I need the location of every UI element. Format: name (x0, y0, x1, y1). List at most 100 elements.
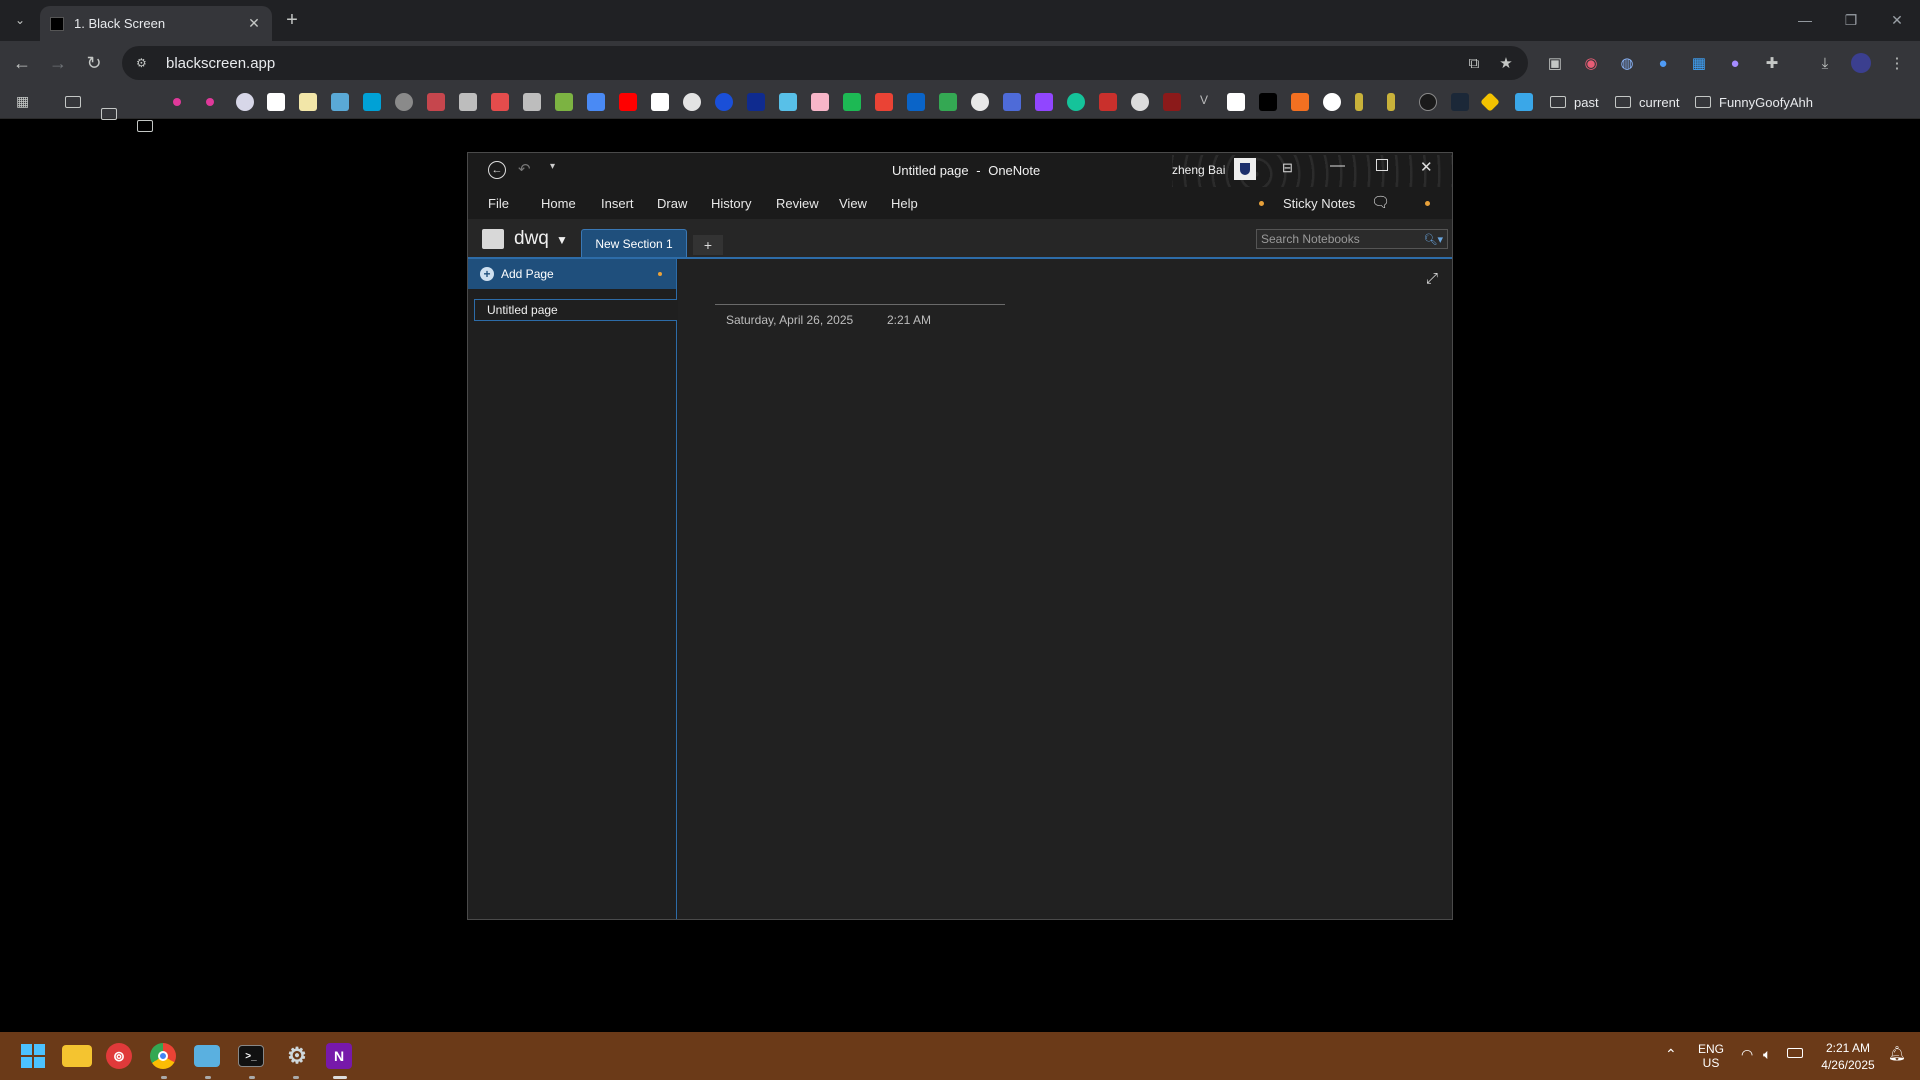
battery-icon[interactable] (1787, 1048, 1803, 1058)
bookmark-icon[interactable] (1451, 93, 1469, 111)
user-avatar[interactable] (1234, 158, 1256, 180)
extensions-puzzle-icon[interactable]: ✚ (1760, 51, 1784, 75)
bookmark-icon[interactable] (1291, 93, 1309, 111)
user-name[interactable]: zheng Bai (1172, 163, 1225, 177)
bookmark-icon[interactable] (1131, 93, 1149, 111)
bookmark-icon[interactable] (267, 93, 285, 111)
reload-button[interactable]: ↻ (82, 51, 106, 75)
bookmark-icon[interactable] (1227, 93, 1245, 111)
new-tab-button[interactable]: + (280, 8, 304, 32)
bookmark-icon[interactable] (683, 93, 701, 111)
menu-review[interactable]: Review (776, 196, 819, 211)
bookmark-icon[interactable] (651, 93, 669, 111)
google-drive-icon[interactable] (939, 93, 957, 111)
volume-icon[interactable]: 🔈︎ (1763, 1046, 1771, 1063)
extension-icon-6[interactable]: ● (1723, 51, 1747, 75)
forward-button[interactable]: → (46, 51, 70, 75)
add-page-button[interactable]: + Add Page (468, 259, 676, 289)
notebook-icon[interactable] (482, 229, 504, 249)
bookmark-icon[interactable] (715, 93, 733, 111)
menu-draw[interactable]: Draw (657, 196, 687, 211)
install-app-icon[interactable]: ⧉ (1462, 51, 1486, 75)
close-tab-icon[interactable]: ✕ (246, 15, 262, 32)
bookmark-icon[interactable] (363, 93, 381, 111)
menu-insert[interactable]: Insert (601, 196, 634, 211)
menu-history[interactable]: History (711, 196, 751, 211)
bookmark-folder-funnygoofyahh[interactable]: FunnyGoofyAhh (1695, 92, 1813, 112)
notification-bell-icon[interactable]: 🔔︎ (1888, 1045, 1906, 1062)
profile-avatar[interactable] (1849, 51, 1873, 75)
close-icon[interactable]: ✕ (1420, 158, 1433, 176)
search-icon[interactable]: 🔍︎▾ (1424, 233, 1444, 246)
bookmark-icon[interactable] (619, 93, 637, 111)
bookmark-folder-past[interactable]: past (1550, 92, 1599, 112)
file-explorer-icon[interactable] (62, 1045, 92, 1067)
extension-icon-2[interactable]: ◉ (1579, 51, 1603, 75)
extension-icon-1[interactable]: ▣ (1543, 51, 1567, 75)
show-hidden-icons-chevron-icon[interactable]: ⌃ (1665, 1046, 1677, 1063)
apps-grid-icon[interactable]: ▦ (16, 93, 34, 111)
bookmark-icon[interactable] (747, 93, 765, 111)
maximize-icon[interactable] (1376, 159, 1388, 171)
bookmark-icon[interactable] (206, 98, 214, 106)
notebook-name[interactable]: dwq (514, 228, 549, 250)
bookmark-icon[interactable] (779, 93, 797, 111)
section-tab[interactable]: New Section 1 (581, 229, 687, 257)
bookmark-icon[interactable] (236, 93, 254, 111)
notebook-dropdown-icon[interactable]: ▼ (556, 233, 568, 247)
bookmark-icon[interactable] (1355, 93, 1363, 111)
menu-file[interactable]: File (488, 196, 509, 211)
bookmark-folder-icon[interactable] (101, 108, 117, 120)
bookmark-icon[interactable] (1387, 93, 1395, 111)
bookmark-icon[interactable] (427, 93, 445, 111)
menu-help[interactable]: Help (891, 196, 918, 211)
address-bar[interactable]: ⚙ blackscreen.app (122, 46, 1528, 80)
bookmark-star-icon[interactable]: ★ (1494, 51, 1518, 75)
bookmark-icon[interactable] (1099, 93, 1117, 111)
bookmark-icon[interactable] (587, 93, 605, 111)
windows-start-icon[interactable] (18, 1041, 48, 1071)
comment-icon[interactable]: 🗨 (1371, 193, 1390, 211)
back-arrow-icon[interactable]: ← (488, 161, 506, 179)
bookmark-folder-icon[interactable] (137, 120, 153, 132)
menu-view[interactable]: View (839, 196, 867, 211)
browser-tab-active[interactable]: 1. Black Screen ✕ (40, 6, 272, 41)
input-language[interactable]: ENG US (1694, 1042, 1728, 1070)
terminal-icon[interactable]: >_ (238, 1045, 264, 1067)
bookmark-icon[interactable] (299, 93, 317, 111)
page-canvas[interactable]: Saturday, April 26, 2025 2:21 AM ⤢ (678, 259, 1452, 919)
wifi-icon[interactable]: ◠ (1741, 1046, 1753, 1063)
bookmark-icon[interactable] (331, 93, 349, 111)
site-info-icon[interactable]: ⚙ (136, 56, 152, 70)
chrome-icon[interactable] (150, 1043, 176, 1069)
bookmark-icon[interactable] (1419, 93, 1437, 111)
bookmark-icon[interactable] (1259, 93, 1277, 111)
outlook-icon[interactable] (907, 93, 925, 111)
clock[interactable]: 2:21 AM 4/26/2025 (1816, 1041, 1880, 1072)
extension-icon-4[interactable]: ● (1651, 51, 1675, 75)
twitch-icon[interactable] (1035, 93, 1053, 111)
remote-desktop-icon[interactable] (194, 1045, 220, 1067)
quick-access-dropdown-icon[interactable]: ▾ (550, 161, 555, 172)
bookmark-icon[interactable] (811, 93, 829, 111)
bookmark-icon[interactable] (523, 93, 541, 111)
minimize-window-button[interactable]: — (1782, 8, 1828, 32)
minimize-icon[interactable]: — (1330, 157, 1345, 174)
tab-search-button[interactable]: ⌄ (8, 8, 32, 32)
bookmark-icon[interactable] (459, 93, 477, 111)
bookmark-icon[interactable] (1003, 93, 1021, 111)
browser-menu-icon[interactable]: ⋮ (1885, 51, 1909, 75)
bookmark-icon[interactable] (555, 93, 573, 111)
grammarly-icon[interactable] (1067, 93, 1085, 111)
bookmark-icon[interactable]: V (1195, 93, 1213, 111)
close-window-button[interactable]: ✕ (1874, 8, 1920, 32)
full-page-view-icon[interactable]: ⤢ (1426, 270, 1438, 287)
bookmark-icon[interactable] (395, 93, 413, 111)
back-button[interactable]: ← (10, 51, 34, 75)
bookmark-folder-current[interactable]: current (1615, 92, 1679, 112)
bookmark-folder-icon[interactable] (65, 96, 81, 108)
extension-icon-5[interactable]: ▦ (1687, 51, 1711, 75)
undo-icon[interactable]: ↶ (518, 160, 531, 178)
bookmark-icon[interactable] (971, 93, 989, 111)
download-icon[interactable]: ⤓ (1813, 51, 1837, 75)
